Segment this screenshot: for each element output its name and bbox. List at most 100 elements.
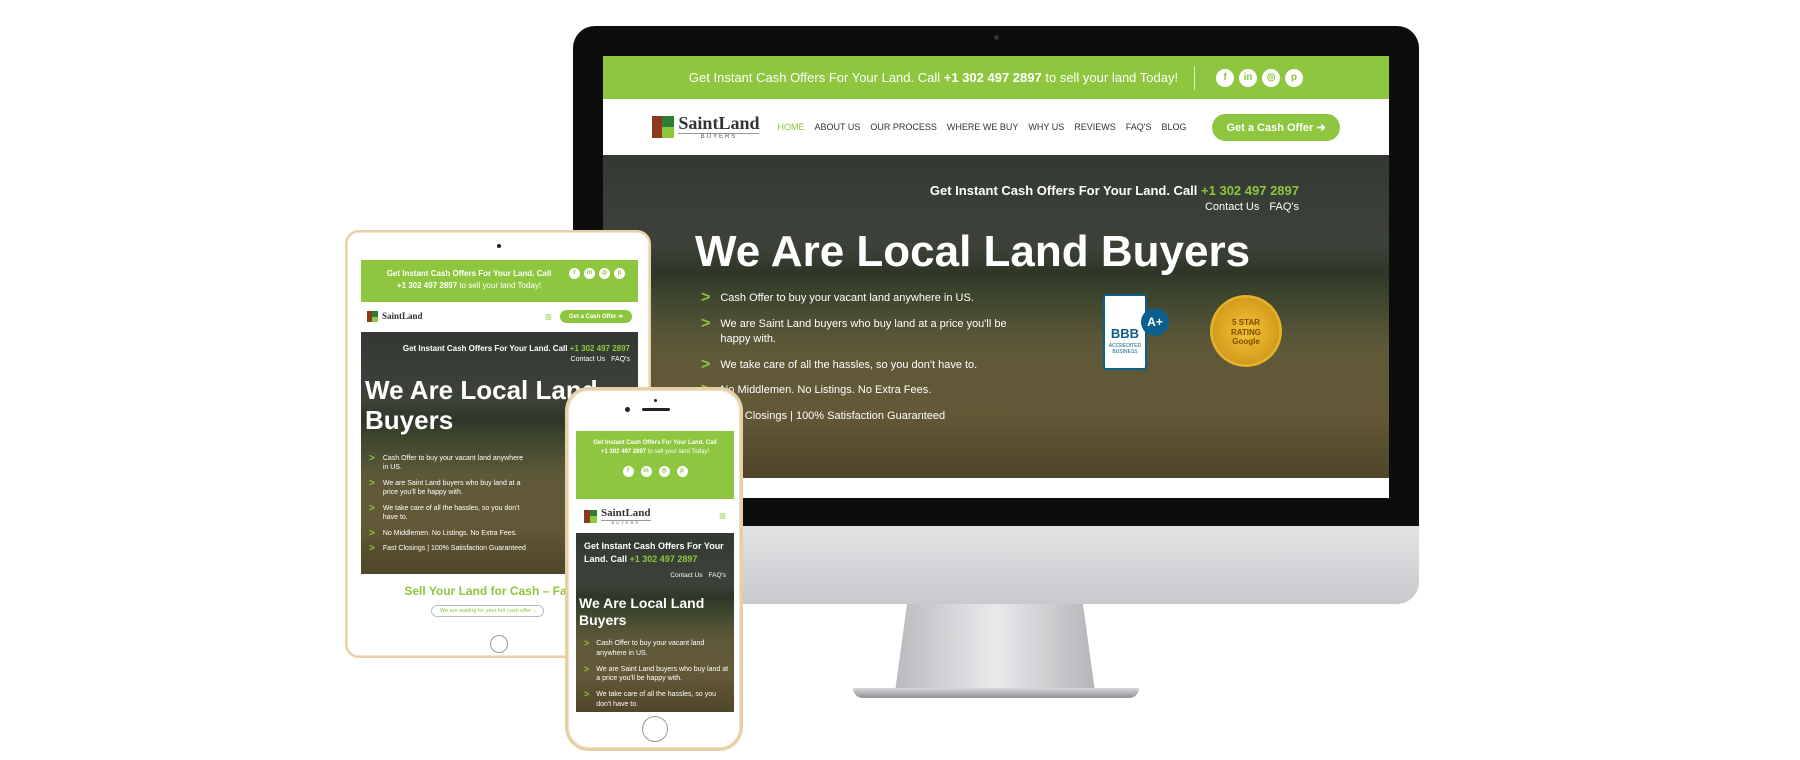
chevron-right-icon: > [369, 527, 375, 539]
chevron-right-icon: > [369, 502, 375, 514]
topbar-phone-link[interactable]: +1 302 497 2897 [601, 449, 646, 455]
bbb-grade: A+ [1141, 308, 1169, 336]
iphone-home-button [642, 716, 668, 742]
site-logo[interactable]: SaintLand [367, 311, 423, 322]
list-item: >Fast Closings | 100% Satisfaction Guara… [701, 408, 1021, 424]
chevron-right-icon: > [701, 314, 711, 332]
social-icons: f in ◎ p [567, 268, 627, 294]
hero-offer-text: Get Instant Cash Offers For Your Land. C… [929, 183, 1198, 198]
instagram-icon[interactable]: ◎ [599, 268, 610, 279]
main-navbar: SaintLand BUYERS ≡ [576, 499, 734, 533]
nav-about-us[interactable]: ABOUT US [814, 122, 860, 132]
chevron-right-icon: > [369, 477, 375, 489]
social-icons: f in ◎ p [1211, 68, 1304, 87]
site-logo[interactable]: SaintLand BUYERS [652, 113, 760, 140]
social-icons: f in ◎ p [580, 466, 730, 477]
hamburger-menu-icon[interactable]: ≡ [719, 509, 726, 523]
hero-bullet-list: > Cash Offer to buy your vacant land anyw… [369, 454, 529, 560]
list-item: > We take care of all the hassles, so you… [584, 689, 716, 708]
site-logo[interactable]: SaintLand BUYERS [584, 507, 651, 525]
nav-our-process[interactable]: OUR PROCESS [870, 122, 937, 132]
hero-phone-link[interactable]: +1 302 497 2897 [570, 344, 630, 353]
facebook-icon[interactable]: f [569, 268, 580, 279]
contact-us-link[interactable]: Contact Us [571, 356, 606, 363]
hero-bullet-list: > Cash Offer to buy your vacant land anyw… [584, 639, 730, 712]
linkedin-icon[interactable]: in [640, 466, 652, 477]
logo-mark-icon [367, 311, 378, 322]
get-cash-offer-button[interactable]: Get a Cash Offer ➔ [559, 310, 632, 323]
hero-offer-line: Get Instant Cash Offers For Your Land. C… [930, 183, 1299, 198]
hero-links: Contact Us FAQ's [1205, 201, 1299, 213]
list-item: > We are Saint Land buyers who buy land a… [701, 314, 1007, 345]
imac-camera [994, 35, 999, 40]
nav-where-we-buy[interactable]: WHERE WE BUY [947, 122, 1019, 132]
chevron-right-icon: > [369, 453, 375, 464]
list-item: > We are Saint Land buyers who buy land a… [369, 477, 521, 497]
iphone-speaker [642, 408, 670, 411]
hero-phone-link[interactable]: +1 302 497 2897 [1201, 183, 1299, 198]
faqs-link[interactable]: FAQ's [1269, 201, 1299, 213]
arrow-right-icon: ➔ [1316, 121, 1326, 134]
topbar-text-before: Get Instant Cash Offers For Your Land. C… [688, 70, 941, 85]
logo-mark-icon [584, 509, 597, 523]
iphone-device: Get Instant Cash Offers For Your Land. C… [565, 387, 743, 751]
hero-section: Get Instant Cash Offers For Your Land. C… [576, 533, 734, 712]
list-item: > We take care of all the hassles, so you… [369, 502, 520, 522]
main-navbar: SaintLand ≡ Get a Cash Offer ➔ [361, 302, 638, 331]
nav-reviews[interactable]: REVIEWS [1074, 122, 1116, 132]
hamburger-menu-icon[interactable]: ≡ [545, 310, 552, 324]
faqs-link[interactable]: FAQ's [709, 572, 727, 579]
iphone-screen: Get Instant Cash Offers For Your Land. C… [576, 431, 734, 712]
hero-phone-link[interactable]: +1 302 497 2897 [630, 554, 698, 564]
facebook-icon[interactable]: f [1216, 69, 1235, 87]
list-item: >No Middlemen. No Listings. No Extra Fee… [701, 382, 1021, 398]
chevron-right-icon: > [369, 543, 375, 555]
nav-home[interactable]: HOME [777, 122, 804, 132]
nav-faqs[interactable]: FAQ'S [1126, 122, 1152, 132]
nav-why-us[interactable]: WHY US [1028, 122, 1064, 132]
chevron-right-icon: > [584, 689, 590, 700]
topbar-text-after: to sell your land Today! [1045, 70, 1179, 85]
hero-title: We Are Local Land Buyers [695, 227, 1251, 276]
linkedin-icon[interactable]: in [1239, 69, 1258, 87]
facebook-icon[interactable]: f [622, 466, 634, 477]
nav-blog[interactable]: BLOG [1161, 122, 1186, 132]
hero-title: We Are Local Land Buyers [579, 595, 705, 628]
imac-stand-neck [895, 604, 1095, 692]
topbar-divider [1194, 65, 1196, 90]
chevron-right-icon: > [701, 355, 711, 373]
instagram-icon[interactable]: ◎ [658, 466, 670, 477]
list-item: > We are Saint Land buyers who buy land a… [584, 663, 729, 683]
faqs-link[interactable]: FAQ's [611, 356, 630, 363]
logo-mark-icon [652, 116, 675, 138]
chevron-right-icon: > [584, 638, 590, 648]
list-item: >Fast Closings | 100% Satisfaction Guara… [369, 543, 526, 555]
top-announcement-bar: Get Instant Cash Offers For Your Land. C… [361, 260, 638, 302]
instagram-icon[interactable]: ◎ [1262, 69, 1281, 87]
topbar-phone-link[interactable]: +1 302 497 2897 [397, 281, 457, 290]
topbar-phone-link[interactable]: +1 302 497 2897 [944, 70, 1042, 85]
logo-tagline: BUYERS [678, 133, 760, 140]
main-navbar: SaintLand BUYERS HOME ABOUT US OUR PROCE… [603, 99, 1389, 155]
top-announcement-bar: Get Instant Cash Offers For Your Land. C… [576, 431, 734, 499]
linkedin-icon[interactable]: in [584, 268, 595, 279]
pinterest-icon[interactable]: p [676, 466, 688, 477]
hero-bullet-list: > Cash Offer to buy your vacant land anyw… [701, 290, 1021, 435]
bbb-accredited-badge: BBB ACCREDITED BUSINESS A+ [1103, 294, 1169, 370]
contact-us-link[interactable]: Contact Us [670, 572, 702, 579]
topbar-text: Get Instant Cash Offers For Your Land. C… [689, 70, 1178, 85]
list-item: > Cash Offer to buy your vacant land anyw… [584, 638, 705, 657]
ipad-camera [497, 244, 501, 248]
logo-text-land: Land [718, 113, 760, 133]
nav-menu: HOME ABOUT US OUR PROCESS WHERE WE BUY W… [777, 122, 1186, 132]
google-5-star-badge: 5 STAR RATING Google [1213, 298, 1279, 364]
get-cash-offer-button[interactable]: Get a Cash Offer ➔ [1212, 113, 1340, 141]
contact-us-link[interactable]: Contact Us [1205, 201, 1259, 213]
imac-stand-foot [853, 688, 1139, 698]
ipad-home-button [490, 635, 508, 653]
pinterest-icon[interactable]: p [614, 268, 625, 279]
cta-label: Get a Cash Offer [1226, 121, 1314, 134]
chevron-right-icon: > [584, 663, 590, 674]
pinterest-icon[interactable]: p [1285, 69, 1304, 87]
waiting-offer-button[interactable]: We are waiting for your fair cash offer … [431, 605, 545, 617]
